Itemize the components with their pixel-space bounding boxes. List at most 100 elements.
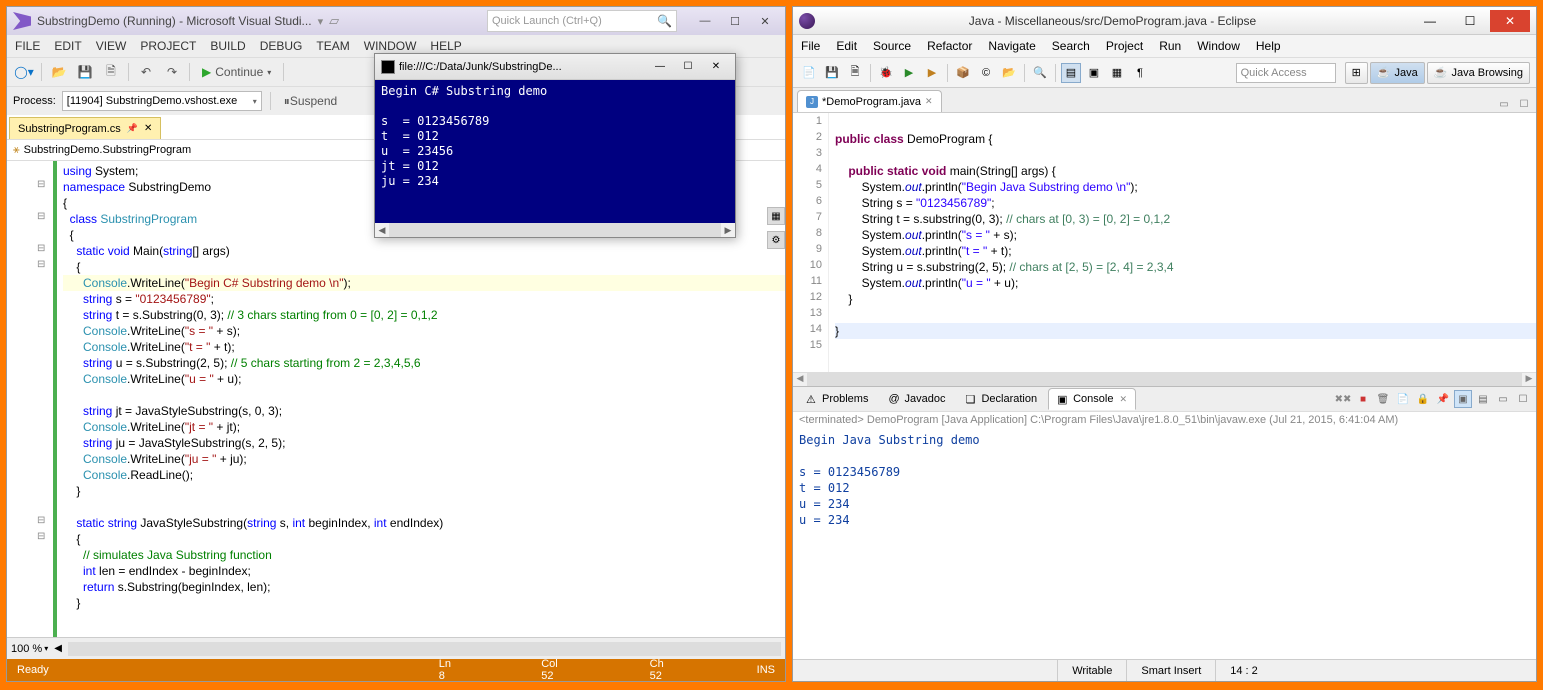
h-scrollbar[interactable] (68, 642, 781, 656)
scroll-lock-button[interactable]: 🔒 (1414, 390, 1432, 408)
notify-icon[interactable]: ▱ (329, 13, 339, 29)
process-select[interactable]: [11904] SubstringDemo.vshost.exe▾ (62, 91, 262, 111)
ec-minimize-button[interactable]: — (1410, 10, 1450, 32)
view-tab-console[interactable]: ▣Console✕ (1048, 388, 1136, 410)
menu-source[interactable]: Source (873, 39, 911, 53)
ec-close-button[interactable]: ✕ (1490, 10, 1530, 32)
menu-search[interactable]: Search (1052, 39, 1090, 53)
menu-window[interactable]: Window (1197, 39, 1240, 53)
properties-icon[interactable]: ⚙ (767, 231, 785, 249)
search-button[interactable]: 🔍 (1030, 63, 1050, 83)
vs-titlebar[interactable]: SubstringDemo (Running) - Microsoft Visu… (7, 7, 785, 35)
ec-tab-close[interactable]: ✕ (925, 96, 933, 107)
menu-edit[interactable]: Edit (836, 39, 857, 53)
nav-back-button[interactable]: ◯▾ (13, 61, 35, 83)
fold-icon[interactable]: ⊟ (37, 531, 45, 542)
close-button[interactable]: ✕ (751, 11, 779, 31)
ext-tools-button[interactable]: ▶ (922, 63, 942, 83)
ec-editor[interactable]: 123456789101112131415 public class DemoP… (793, 112, 1536, 372)
fold-icon[interactable]: ⊟ (37, 179, 45, 190)
menu-window[interactable]: WINDOW (364, 39, 417, 53)
debug-button[interactable]: 🐞 (876, 63, 896, 83)
fold-icon[interactable]: ⊟ (37, 211, 45, 222)
menu-file[interactable]: File (801, 39, 820, 53)
quick-access-input[interactable]: Quick Access (1236, 63, 1336, 83)
menu-view[interactable]: VIEW (96, 39, 127, 53)
console-titlebar[interactable]: file:///C:/Data/Junk/SubstringDe... — ☐ … (375, 54, 735, 80)
menu-project[interactable]: PROJECT (140, 39, 196, 53)
fold-icon[interactable]: ⊟ (37, 515, 45, 526)
ec-titlebar[interactable]: Java - Miscellaneous/src/DemoProgram.jav… (793, 7, 1536, 35)
menu-edit[interactable]: EDIT (54, 39, 81, 53)
open-perspective-button[interactable]: ⊞ (1345, 62, 1368, 84)
new-class-button[interactable]: © (976, 63, 996, 83)
pin-icon[interactable]: 📌 (127, 123, 138, 134)
close-view-button[interactable]: ✕ (1119, 394, 1127, 405)
solution-explorer-icon[interactable]: ▦ (767, 207, 785, 225)
continue-button[interactable]: ▶Continue▾ (196, 61, 277, 83)
minimize-button[interactable]: — (691, 11, 719, 31)
menu-navigate[interactable]: Navigate (988, 39, 1035, 53)
menu-run[interactable]: Run (1159, 39, 1181, 53)
ec-console-output[interactable]: Begin Java Substring demo s = 0123456789… (793, 428, 1536, 659)
quick-launch-input[interactable]: Quick Launch (Ctrl+Q) 🔍 (487, 10, 677, 32)
block-sel-button[interactable]: ▦ (1107, 63, 1127, 83)
minimize-view-button[interactable]: ▭ (1496, 96, 1512, 112)
console-scrollbar[interactable]: ◀▶ (375, 223, 735, 237)
minimize-view-button[interactable]: ▭ (1494, 390, 1512, 408)
save-all-button[interactable]: 🗎 (845, 63, 865, 83)
maximize-view-button[interactable]: ☐ (1516, 96, 1532, 112)
terminate-button[interactable]: ■ (1354, 390, 1372, 408)
show-whitespace-button[interactable]: ¶ (1130, 63, 1150, 83)
remove-terminated-button[interactable]: ✖✖ (1334, 390, 1352, 408)
suspend-button[interactable]: ⏸ Suspend (279, 90, 342, 112)
ec-maximize-button[interactable]: ☐ (1450, 10, 1490, 32)
remove-launch-button[interactable]: 🗑 (1374, 390, 1392, 408)
toggle-breadcrumb-button[interactable]: ▤ (1061, 63, 1081, 83)
save-all-button[interactable]: 🗎 (100, 61, 122, 83)
display-selected-button[interactable]: ▣ (1454, 390, 1472, 408)
menu-refactor[interactable]: Refactor (927, 39, 972, 53)
mark-occ-button[interactable]: ▣ (1084, 63, 1104, 83)
java-perspective-button[interactable]: ☕Java (1370, 62, 1425, 84)
redo-button[interactable]: ↷ (161, 61, 183, 83)
ec-h-scrollbar[interactable]: ◀▶ (793, 372, 1536, 386)
view-tab-problems[interactable]: ⚠Problems (797, 388, 877, 410)
menu-help[interactable]: Help (1256, 39, 1281, 53)
maximize-view-button[interactable]: ☐ (1514, 390, 1532, 408)
menu-project[interactable]: Project (1106, 39, 1143, 53)
console-max-button[interactable]: ☐ (675, 58, 701, 76)
fold-icon[interactable]: ⊟ (37, 243, 45, 254)
close-tab-button[interactable]: ✕ (144, 123, 152, 134)
menu-file[interactable]: FILE (15, 39, 40, 53)
save-button[interactable]: 💾 (822, 63, 842, 83)
console-close-button[interactable]: ✕ (703, 58, 729, 76)
open-file-button[interactable]: 📂 (48, 61, 70, 83)
vs-document-tab[interactable]: SubstringProgram.cs 📌 ✕ (9, 117, 161, 139)
menu-debug[interactable]: DEBUG (260, 39, 303, 53)
new-button[interactable]: 📄 (799, 63, 819, 83)
run-button[interactable]: ▶ (899, 63, 919, 83)
ec-editor-tab[interactable]: J *DemoProgram.java ✕ (797, 90, 942, 112)
view-tab-declaration[interactable]: ❏Declaration (956, 388, 1046, 410)
menu-team[interactable]: TEAM (316, 39, 349, 53)
fold-icon[interactable]: ⊟ (37, 259, 45, 270)
zoom-value[interactable]: 100 % (11, 643, 42, 655)
ec-code-area[interactable]: public class DemoProgram { public static… (829, 113, 1536, 372)
pin-console-button[interactable]: 📌 (1434, 390, 1452, 408)
new-package-button[interactable]: 📦 (953, 63, 973, 83)
console-window[interactable]: file:///C:/Data/Junk/SubstringDe... — ☐ … (374, 53, 736, 238)
java-browsing-perspective-button[interactable]: ☕Java Browsing (1427, 62, 1530, 84)
view-tab-javadoc[interactable]: @Javadoc (879, 388, 954, 410)
undo-button[interactable]: ↶ (135, 61, 157, 83)
open-console-button[interactable]: ▤ (1474, 390, 1492, 408)
maximize-button[interactable]: ☐ (721, 11, 749, 31)
console-output[interactable]: Begin C# Substring demo s = 0123456789 t… (375, 80, 735, 223)
console-min-button[interactable]: — (647, 58, 673, 76)
menu-help[interactable]: HELP (430, 39, 461, 53)
save-button[interactable]: 💾 (74, 61, 96, 83)
open-type-button[interactable]: 📂 (999, 63, 1019, 83)
menu-build[interactable]: BUILD (210, 39, 245, 53)
clear-console-button[interactable]: 📄 (1394, 390, 1412, 408)
dropdown-icon[interactable]: ▾ (318, 15, 324, 28)
